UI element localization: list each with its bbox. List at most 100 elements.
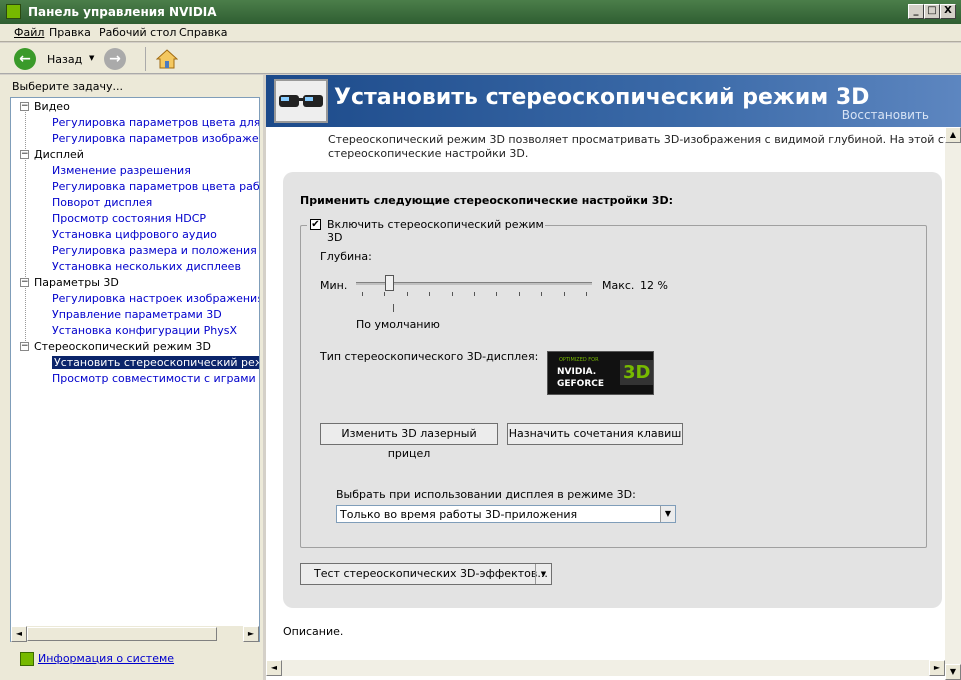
back-arrow-icon[interactable]: ← xyxy=(14,48,36,70)
toolbar: ← Назад ▼ → xyxy=(0,43,961,74)
apply-settings-header: Применить следующие стереоскопические на… xyxy=(300,194,673,207)
depth-slider-tick xyxy=(541,292,543,296)
tree-item-hdcp[interactable]: Просмотр состояния HDCP xyxy=(52,212,206,225)
page-title: Установить стереоскопический режим 3D xyxy=(334,85,870,110)
depth-slider-tick xyxy=(362,292,363,296)
tree-item-resolution[interactable]: Изменение разрешения xyxy=(52,164,191,177)
expand-display-icon[interactable]: − xyxy=(20,150,29,159)
minimize-button[interactable]: _ xyxy=(908,4,924,19)
test-stereo-button[interactable]: Тест стереоскопических 3D-эффектов... ▼ xyxy=(300,563,552,585)
back-history-dropdown[interactable]: ▼ xyxy=(89,54,94,62)
title-bar: Панель управления NVIDIA _ □ X xyxy=(0,0,961,24)
system-info-icon xyxy=(20,652,34,666)
tree-hscrollbar[interactable]: ◄ ► xyxy=(11,626,259,642)
menu-desktop[interactable]: Рабочий стол xyxy=(99,26,176,39)
menu-help[interactable]: Справка xyxy=(179,26,227,39)
task-label: Выберите задачу... xyxy=(12,80,124,93)
default-label: По умолчанию xyxy=(356,318,440,331)
stereo-glasses-icon xyxy=(274,79,328,123)
content-vscrollbar[interactable]: ▲ ▼ xyxy=(945,127,961,680)
settings-panel: Применить следующие стереоскопические на… xyxy=(283,172,942,608)
scroll-up-icon[interactable]: ▲ xyxy=(945,127,961,143)
menu-bar: Файл Правка Рабочий стол Справка xyxy=(0,24,961,42)
close-button[interactable]: X xyxy=(940,4,956,19)
hotkeys-button[interactable]: Назначить сочетания клавиш xyxy=(507,423,683,445)
home-icon[interactable] xyxy=(155,48,179,70)
depth-slider-tick xyxy=(518,292,520,296)
depth-slider-tick xyxy=(451,292,453,296)
description-footer: Описание. xyxy=(283,625,344,638)
tree-item-video-color[interactable]: Регулировка параметров цвета для вид xyxy=(52,116,259,129)
scroll-left-icon[interactable]: ◄ xyxy=(11,626,27,642)
default-marker xyxy=(393,304,394,312)
tree-cat-3d[interactable]: Параметры 3D xyxy=(34,276,119,289)
depth-max-label: Макс. xyxy=(602,279,635,292)
restore-link[interactable]: Восстановить xyxy=(842,108,929,122)
tree-cat-display[interactable]: Дисплей xyxy=(34,148,84,161)
tree-item-stereo-setup[interactable]: Установить стереоскопический режим 3 xyxy=(52,356,259,369)
logo-3d: 3D xyxy=(620,360,654,385)
scroll-down-icon[interactable]: ▼ xyxy=(945,664,961,680)
stereo-settings-group: ✔ Включить стереоскопический режим 3D Гл… xyxy=(300,218,927,548)
tree-item-multi-display[interactable]: Установка нескольких дисплеев xyxy=(52,260,241,273)
maximize-button[interactable]: □ xyxy=(924,4,940,19)
tree-item-rotate[interactable]: Поворот дисплея xyxy=(52,196,152,209)
tree-cat-stereo[interactable]: Стереоскопический режим 3D xyxy=(34,340,211,353)
depth-slider-tick xyxy=(384,292,386,296)
display-type-label: Тип стереоскопического 3D-дисплея: xyxy=(320,350,539,363)
mode-select[interactable]: Только во время работы 3D-приложения ▼ xyxy=(336,505,676,523)
expand-3d-icon[interactable]: − xyxy=(20,278,29,287)
content-scroll-left-icon[interactable]: ◄ xyxy=(266,660,282,676)
system-info-link[interactable]: Информация о системе xyxy=(38,652,174,665)
tree-item-audio[interactable]: Установка цифрового аудио xyxy=(52,228,217,241)
back-label[interactable]: Назад xyxy=(47,53,82,66)
nvidia-3d-logo: OPTIMIZED FOR NVIDIA. GEFORCE 3D xyxy=(547,351,654,395)
logo-line-1: OPTIMIZED FOR xyxy=(559,357,599,363)
depth-value: 12 % xyxy=(640,279,668,292)
expand-video-icon[interactable]: − xyxy=(20,102,29,111)
depth-min-label: Мин. xyxy=(320,279,348,292)
expand-stereo-icon[interactable]: − xyxy=(20,342,29,351)
test-stereo-label: Тест стереоскопических 3D-эффектов... xyxy=(314,567,548,580)
select-mode-label: Выбрать при использовании дисплея в режи… xyxy=(336,488,636,501)
enable-stereo-label[interactable]: Включить стереоскопический режим 3D xyxy=(327,218,545,244)
task-tree: − Видео Регулировка параметров цвета для… xyxy=(10,97,260,642)
tree-item-game-compat[interactable]: Просмотр совместимости с играми xyxy=(52,372,256,385)
menu-file[interactable]: Файл xyxy=(14,26,44,39)
chevron-down-icon[interactable]: ▼ xyxy=(660,506,675,522)
scroll-thumb[interactable] xyxy=(27,627,217,641)
tree-item-physx[interactable]: Установка конфигурации PhysX xyxy=(52,324,237,337)
logo-line-3: GEFORCE xyxy=(557,379,605,389)
content-panel: Установить стереоскопический режим 3D Во… xyxy=(266,75,961,680)
logo-line-2: NVIDIA. xyxy=(557,367,597,377)
nvidia-app-icon xyxy=(6,4,21,19)
task-panel: Выберите задачу... − Видео Регулировка п… xyxy=(0,75,263,680)
enable-row: ✔ Включить стереоскопический режим 3D xyxy=(307,218,545,244)
page-description: Стереоскопический режим 3D позволяет про… xyxy=(328,133,948,161)
depth-label: Глубина: xyxy=(320,250,372,263)
depth-slider-tick xyxy=(586,292,587,296)
menu-edit[interactable]: Правка xyxy=(49,26,91,39)
page-banner: Установить стереоскопический режим 3D Во… xyxy=(266,75,961,127)
tree-item-desktop-size[interactable]: Регулировка размера и положения рабо xyxy=(52,244,259,257)
scroll-right-icon[interactable]: ► xyxy=(243,626,259,642)
tree-cat-video[interactable]: Видео xyxy=(34,100,70,113)
depth-slider-tick xyxy=(474,292,475,296)
tree-item-3d-preview[interactable]: Регулировка настроек изображения с пр xyxy=(52,292,259,305)
depth-slider-tick xyxy=(429,292,431,296)
depth-slider-tick xyxy=(496,292,498,296)
tree-item-desktop-color[interactable]: Регулировка параметров цвета рабочег xyxy=(52,180,259,193)
description-line-2: стереоскопические настройки 3D. xyxy=(328,147,529,160)
content-hscrollbar[interactable]: ◄ ► xyxy=(266,660,945,676)
description-line-1: Стереоскопический режим 3D позволяет про… xyxy=(328,133,948,146)
laser-sight-button[interactable]: Изменить 3D лазерный прицел xyxy=(320,423,498,460)
depth-slider-thumb[interactable] xyxy=(384,275,394,291)
test-dropdown-icon[interactable]: ▼ xyxy=(535,564,551,584)
tree-item-video-image[interactable]: Регулировка параметров изображения д xyxy=(52,132,259,145)
enable-stereo-checkbox[interactable]: ✔ xyxy=(310,219,321,230)
tree-item-3d-manage[interactable]: Управление параметрами 3D xyxy=(52,308,222,321)
content-scroll-right-icon[interactable]: ► xyxy=(929,660,945,676)
depth-slider-tick xyxy=(563,292,565,296)
depth-slider-tick xyxy=(406,292,408,296)
forward-arrow-icon[interactable]: → xyxy=(104,48,126,70)
